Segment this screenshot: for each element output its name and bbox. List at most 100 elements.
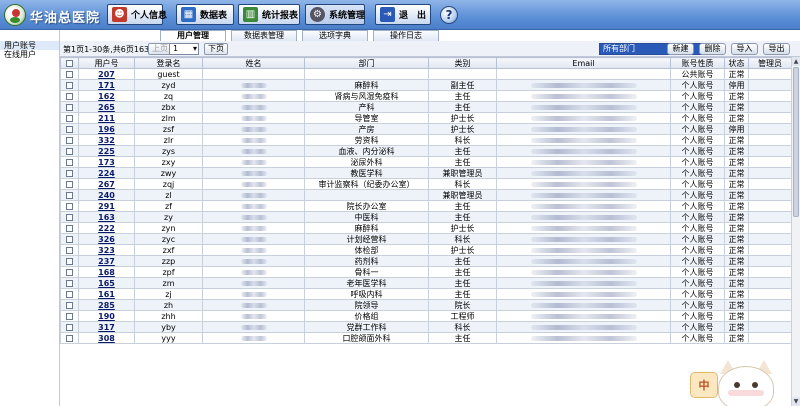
user-id-cell[interactable]: 240 [78, 189, 135, 201]
row-checkbox[interactable] [66, 301, 73, 309]
user-id-cell[interactable]: 237 [78, 255, 135, 267]
vertical-scrollbar[interactable]: ▲ ▼ [791, 57, 800, 406]
tab-table-management[interactable]: 数据表管理 [231, 30, 297, 41]
row-checkbox-cell[interactable] [60, 112, 79, 124]
table-row[interactable]: 162zq肾病与风湿免疫科主任个人账号正常修改 [60, 90, 792, 102]
row-checkbox-cell[interactable] [60, 277, 79, 289]
user-id-cell-text[interactable]: 162 [98, 92, 115, 101]
user-id-cell[interactable]: 173 [78, 156, 135, 168]
nav-exit-button[interactable]: ⇥ 退 出 [375, 4, 431, 25]
user-id-cell-text[interactable]: 267 [98, 180, 115, 189]
user-id-cell[interactable]: 317 [78, 321, 135, 333]
user-id-cell-text[interactable]: 168 [98, 268, 115, 277]
page-select[interactable]: 1 [169, 43, 199, 55]
table-row[interactable]: 211zlm导管室护士长个人账号正常修改 [60, 112, 792, 124]
table-row[interactable]: 323zxf体检部护士长个人账号正常修改 [60, 244, 792, 256]
table-row[interactable]: 285zh院领导院长个人账号正常修改 [60, 299, 792, 311]
table-row[interactable]: 163zy中医科主任个人账号正常修改 [60, 211, 792, 223]
user-id-cell[interactable]: 326 [78, 233, 135, 245]
nav-statistics-button[interactable]: ▥ 统计报表 [238, 4, 300, 25]
row-checkbox[interactable] [66, 147, 73, 155]
user-id-cell-text[interactable]: 163 [98, 213, 115, 222]
user-id-cell-text[interactable]: 332 [98, 136, 115, 145]
row-checkbox[interactable] [66, 81, 73, 89]
table-row[interactable]: 171zyd麻醉科副主任个人账号停用修改 [60, 79, 792, 91]
row-checkbox-cell[interactable] [60, 90, 79, 102]
sidebar-item-online-users[interactable]: 在线用户 [0, 50, 59, 59]
table-row[interactable]: 168zpf骨科一主任个人账号正常修改 [60, 266, 792, 278]
row-checkbox[interactable] [66, 246, 73, 254]
table-row[interactable]: 165zm老年医学科主任个人账号正常修改 [60, 277, 792, 289]
user-id-cell-text[interactable]: 190 [98, 312, 115, 321]
row-checkbox[interactable] [66, 125, 73, 133]
user-id-cell[interactable]: 332 [78, 134, 135, 146]
user-id-cell-text[interactable]: 173 [98, 158, 115, 167]
row-checkbox-cell[interactable] [60, 211, 79, 223]
user-id-cell[interactable]: 323 [78, 244, 135, 256]
user-id-cell[interactable]: 222 [78, 222, 135, 234]
export-button[interactable]: 导出 [763, 43, 790, 55]
row-checkbox-cell[interactable] [60, 233, 79, 245]
user-id-cell[interactable]: 308 [78, 332, 135, 344]
table-row[interactable]: 308yyy口腔颌面外科主任个人账号正常修改 [60, 332, 792, 344]
nav-system-management-button[interactable]: ⚙ 系统管理 [305, 4, 365, 25]
row-checkbox[interactable] [66, 92, 73, 100]
user-id-cell[interactable]: 291 [78, 200, 135, 212]
user-id-cell[interactable]: 211 [78, 112, 135, 124]
row-checkbox-cell[interactable] [60, 332, 79, 344]
row-checkbox[interactable] [66, 180, 73, 188]
new-button[interactable]: 新建 [667, 43, 694, 55]
user-id-cell-text[interactable]: 211 [98, 114, 115, 123]
row-checkbox[interactable] [66, 103, 73, 111]
scroll-thumb[interactable] [793, 67, 799, 217]
user-id-cell[interactable]: 265 [78, 101, 135, 113]
user-id-cell[interactable]: 190 [78, 310, 135, 322]
row-checkbox-cell[interactable] [60, 101, 79, 113]
user-id-cell-text[interactable]: 265 [98, 103, 115, 112]
row-checkbox-cell[interactable] [60, 79, 79, 91]
table-row[interactable]: 207guest公共账号正常修改 [60, 68, 792, 80]
table-row[interactable]: 190zhh价格组工程师个人账号正常修改 [60, 310, 792, 322]
row-checkbox[interactable] [66, 202, 73, 210]
table-row[interactable]: 237zzp药剂科主任个人账号正常修改 [60, 255, 792, 267]
table-row[interactable]: 326zyc计划经营科科长个人账号正常修改 [60, 233, 792, 245]
row-checkbox-cell[interactable] [60, 266, 79, 278]
user-id-cell-text[interactable]: 291 [98, 202, 115, 211]
scroll-down-arrow-icon[interactable]: ▼ [792, 397, 800, 406]
row-checkbox[interactable] [66, 235, 73, 243]
table-row[interactable]: 224zwy教医学科兼职管理员个人账号正常修改 [60, 167, 792, 179]
user-id-cell-text[interactable]: 237 [98, 257, 115, 266]
user-id-cell[interactable]: 196 [78, 123, 135, 135]
user-id-cell-text[interactable]: 224 [98, 169, 115, 178]
delete-button[interactable]: 删除 [699, 43, 726, 55]
row-checkbox-cell[interactable] [60, 145, 79, 157]
user-id-cell-text[interactable]: 323 [98, 246, 115, 255]
user-id-cell-text[interactable]: 317 [98, 323, 115, 332]
nav-data-table-button[interactable]: ▦ 数据表 [176, 4, 234, 25]
help-button[interactable]: ? [440, 6, 458, 24]
user-id-cell[interactable]: 267 [78, 178, 135, 190]
row-checkbox[interactable] [66, 169, 73, 177]
table-row[interactable]: 267zqj审计监察科（纪委办公室）科长个人账号正常修改 [60, 178, 792, 190]
row-checkbox-cell[interactable] [60, 288, 79, 300]
user-id-cell[interactable]: 161 [78, 288, 135, 300]
user-id-cell[interactable]: 207 [78, 68, 135, 80]
user-id-cell[interactable]: 171 [78, 79, 135, 91]
tab-option-dictionary[interactable]: 选项字典 [302, 30, 368, 41]
row-checkbox-cell[interactable] [60, 68, 79, 80]
row-checkbox[interactable] [66, 136, 73, 144]
user-id-cell-text[interactable]: 326 [98, 235, 115, 244]
user-id-cell-text[interactable]: 161 [98, 290, 115, 299]
table-row[interactable]: 161zj呼吸内科主任个人账号正常修改 [60, 288, 792, 300]
row-checkbox[interactable] [66, 191, 73, 199]
row-checkbox-cell[interactable] [60, 167, 79, 179]
user-id-cell-text[interactable]: 225 [98, 147, 115, 156]
row-checkbox[interactable] [66, 323, 73, 331]
select-all-header[interactable] [60, 57, 79, 69]
user-id-cell[interactable]: 285 [78, 299, 135, 311]
table-row[interactable]: 173zxy泌尿外科主任个人账号正常修改 [60, 156, 792, 168]
row-checkbox[interactable] [66, 70, 73, 78]
user-id-cell-text[interactable]: 308 [98, 334, 115, 343]
row-checkbox-cell[interactable] [60, 310, 79, 322]
user-id-cell-text[interactable]: 165 [98, 279, 115, 288]
